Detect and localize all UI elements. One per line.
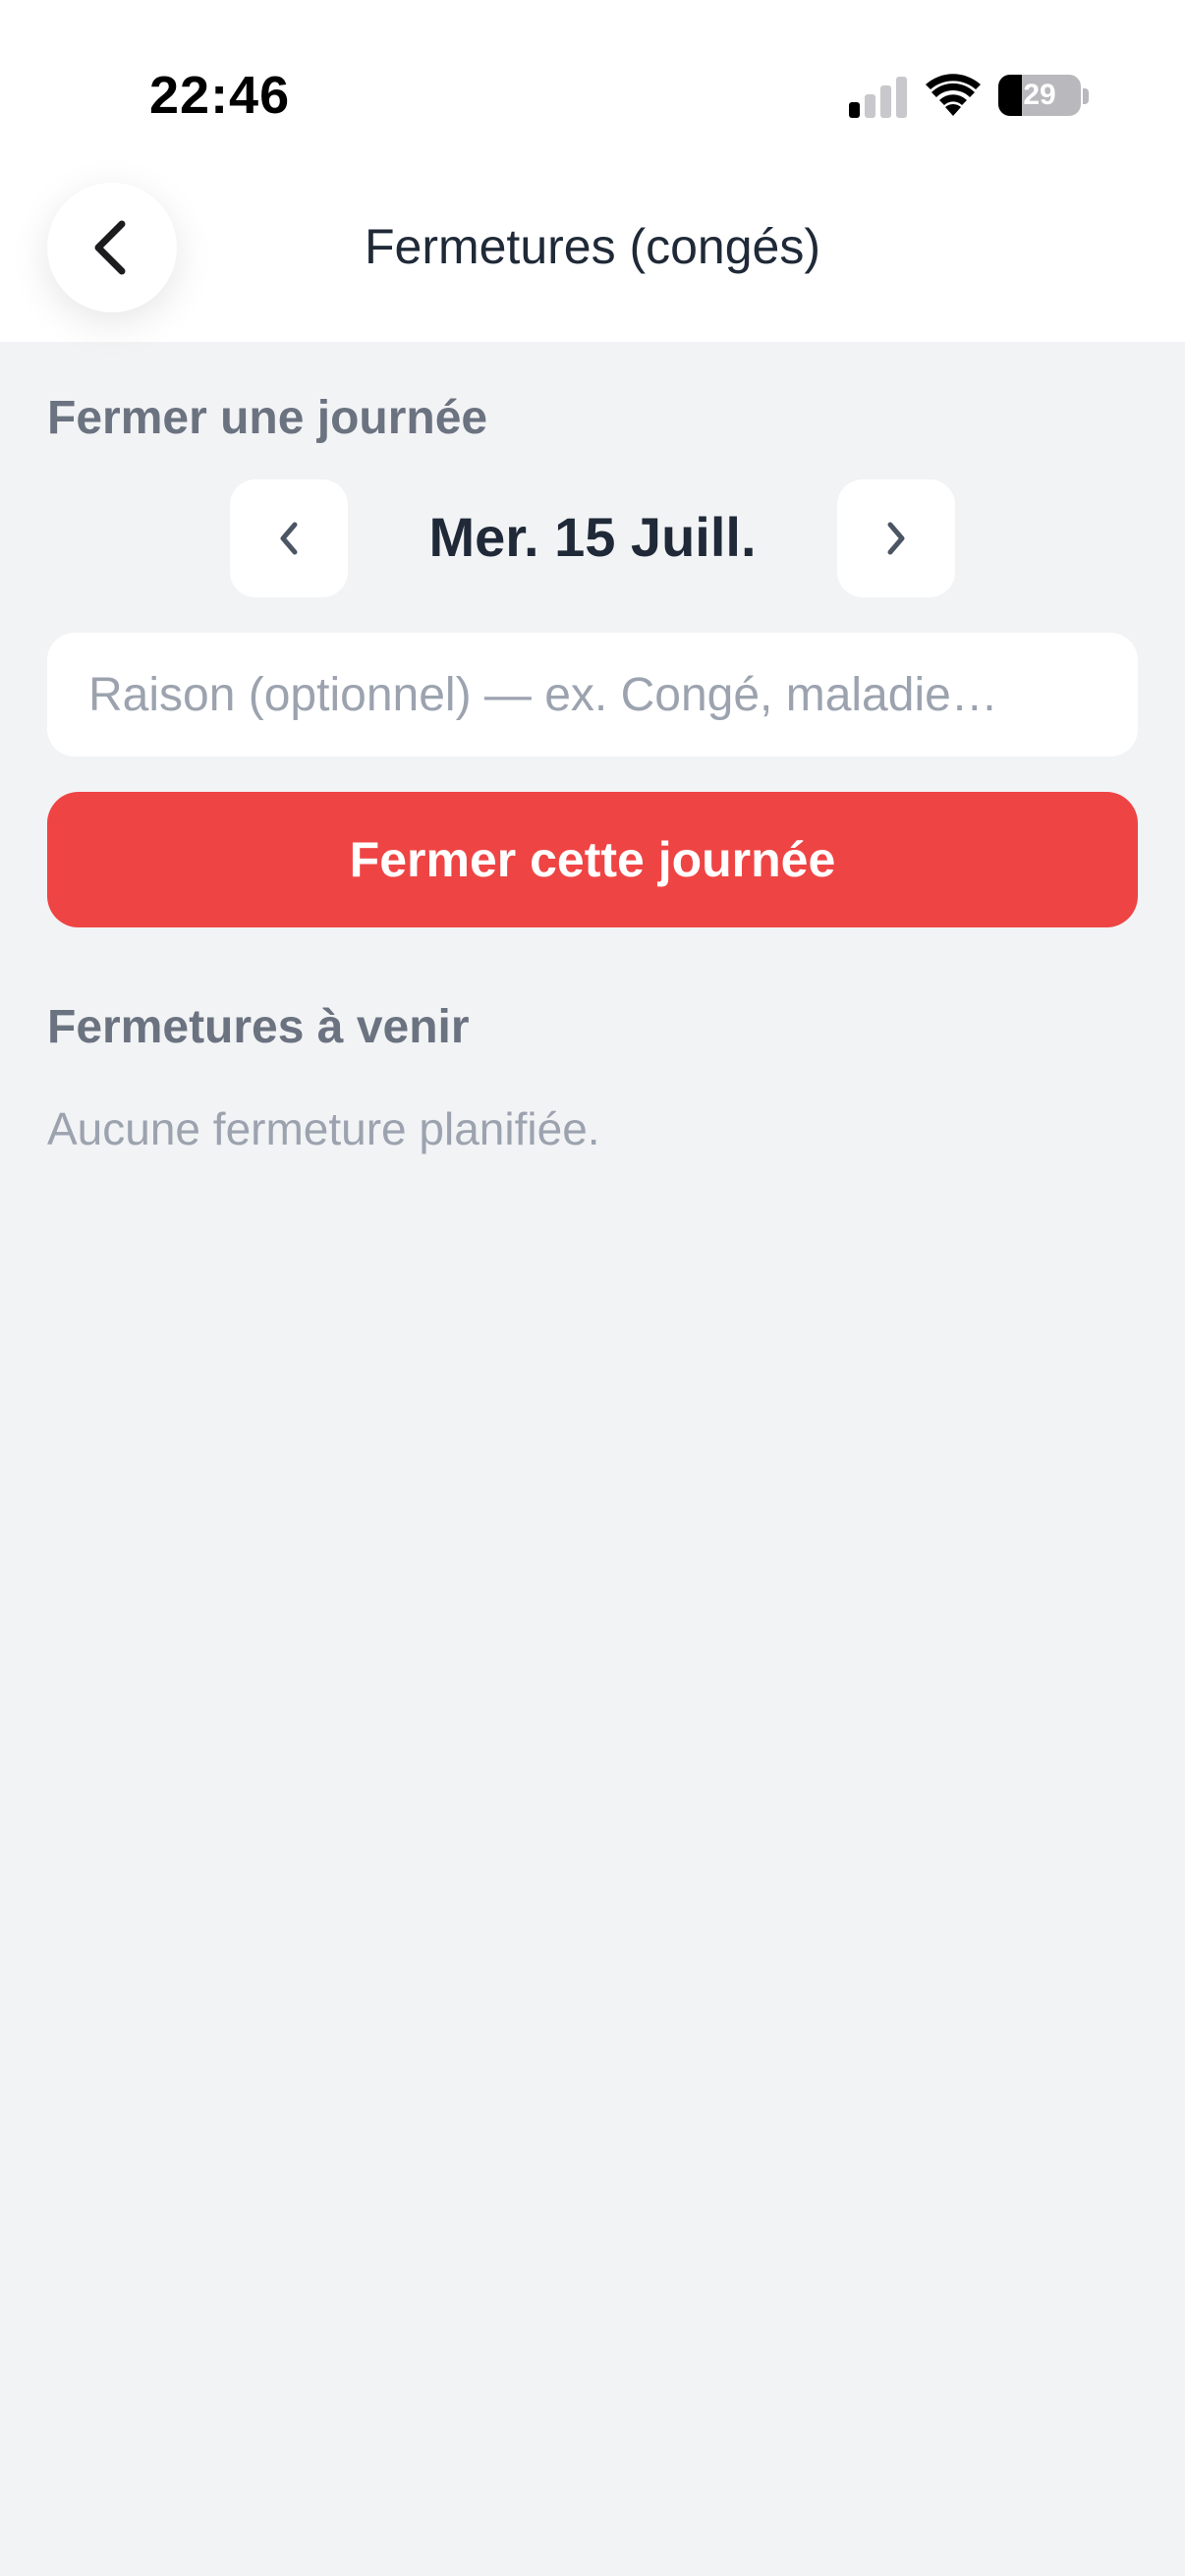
wifi-icon [926,73,981,116]
upcoming-closures-title: Fermetures à venir [47,1001,470,1053]
battery-tip [1083,88,1089,104]
header-area: 22:46 29 Fermetures (congés) [0,0,1185,342]
battery-percentage: 29 [1023,79,1056,111]
cellular-signal-icon [849,77,908,118]
status-time: 22:46 [149,66,291,125]
page-title: Fermetures (congés) [364,219,821,274]
closures-screen: 22:46 29 Fermetures (congés) Fermer une … [0,0,1185,2576]
battery-icon: 29 [998,75,1081,116]
empty-closures-message: Aucune fermeture planifiée. [47,1103,600,1154]
next-day-button[interactable] [837,479,955,597]
close-day-button[interactable]: Fermer cette journée [47,792,1138,927]
selected-date: Mer. 15 Juill. [428,506,757,568]
close-day-section-title: Fermer une journée [47,392,488,444]
reason-input[interactable] [47,633,1138,756]
chevron-right-icon [887,522,905,555]
